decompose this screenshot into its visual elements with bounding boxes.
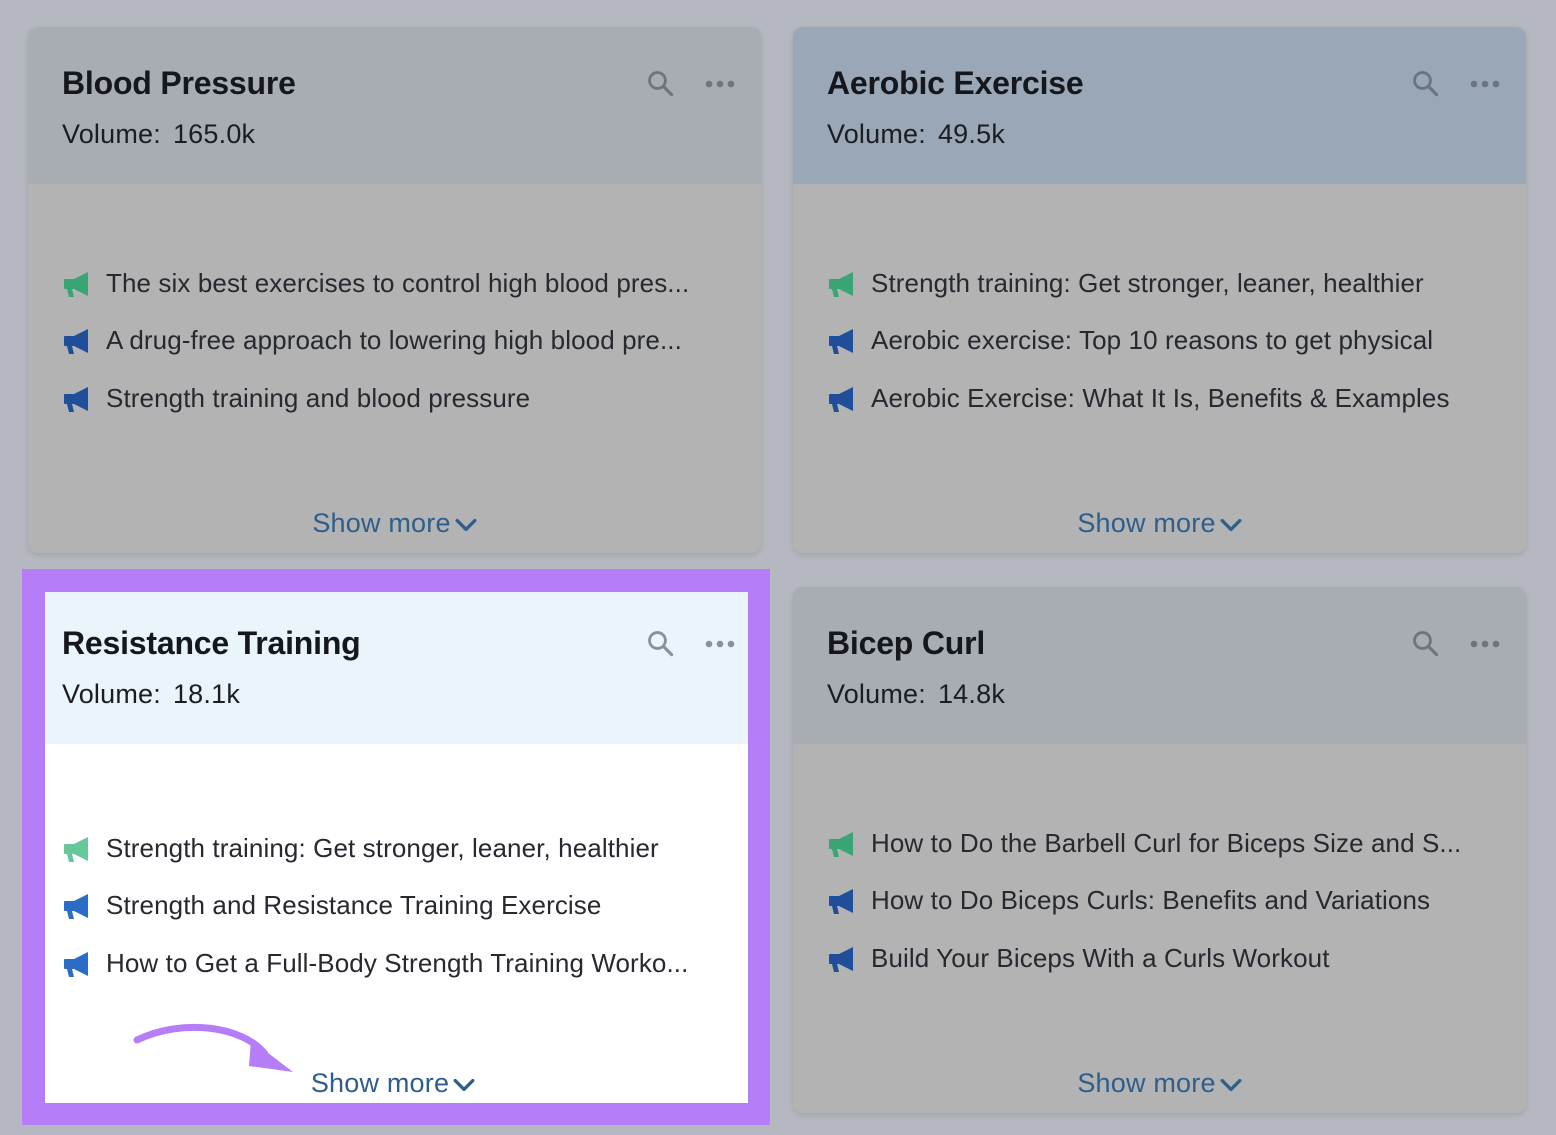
volume-value: 14.8k: [937, 679, 1006, 709]
search-icon[interactable]: [1409, 67, 1443, 101]
result-item[interactable]: How to Get a Full-Body Strength Training…: [64, 948, 688, 979]
megaphone-green-icon: [829, 270, 859, 298]
show-more-label: Show more: [1077, 1068, 1216, 1098]
megaphone-blue-icon: [64, 950, 94, 978]
result-title: How to Do Biceps Curls: Benefits and Var…: [871, 885, 1431, 915]
card-volume: Volume: 165.0k: [62, 119, 255, 150]
result-item[interactable]: The six best exercises to control high b…: [64, 268, 689, 299]
more-options-icon[interactable]: [1468, 627, 1502, 661]
show-more-button[interactable]: Show more: [28, 508, 761, 539]
volume-value: 165.0k: [172, 119, 256, 149]
result-title: How to Do the Barbell Curl for Biceps Si…: [871, 828, 1462, 858]
show-more-label: Show more: [312, 508, 451, 538]
result-title: The six best exercises to control high b…: [106, 268, 690, 298]
result-item[interactable]: Build Your Biceps With a Curls Workout: [829, 943, 1330, 974]
result-title: Aerobic exercise: Top 10 reasons to get …: [871, 325, 1434, 355]
megaphone-green-icon: [64, 270, 94, 298]
result-item[interactable]: Strength training: Get stronger, leaner,…: [829, 268, 1424, 299]
result-title: Strength training: Get stronger, leaner,…: [871, 268, 1424, 298]
megaphone-blue-icon: [829, 327, 859, 355]
result-item[interactable]: How to Do the Barbell Curl for Biceps Si…: [829, 828, 1461, 859]
card-volume: Volume: 49.5k: [827, 119, 1005, 150]
volume-value: 49.5k: [937, 119, 1006, 149]
result-item[interactable]: Strength training and blood pressure: [64, 383, 530, 414]
card-title: Bicep Curl: [827, 625, 986, 661]
card-volume: Volume: 18.1k: [62, 679, 240, 710]
megaphone-green-icon: [829, 830, 859, 858]
more-options-icon[interactable]: [703, 67, 737, 101]
chevron-down-icon: [1220, 518, 1242, 532]
cluster-card-blood-pressure: Blood Pressure Volume: 165.0k The six bes…: [28, 27, 761, 553]
megaphone-green-icon: [64, 835, 94, 863]
card-header: Bicep Curl Volume: 14.8k: [793, 587, 1526, 744]
megaphone-blue-icon: [64, 892, 94, 920]
volume-value: 18.1k: [172, 679, 241, 709]
result-title: How to Get a Full-Body Strength Training…: [106, 948, 689, 978]
card-title: Aerobic Exercise: [827, 65, 1084, 101]
cluster-card-aerobic-exercise: Aerobic Exercise Volume: 49.5k Strength t…: [793, 27, 1526, 553]
megaphone-blue-icon: [829, 945, 859, 973]
cluster-card-bicep-curl: Bicep Curl Volume: 14.8k How to Do the Ba…: [793, 587, 1526, 1113]
result-item[interactable]: Aerobic Exercise: What It Is, Benefits &…: [829, 383, 1450, 414]
more-options-icon[interactable]: [1468, 67, 1502, 101]
card-body: How to Do the Barbell Curl for Biceps Si…: [793, 744, 1526, 1113]
card-title: Blood Pressure: [62, 65, 296, 101]
chevron-down-icon: [1220, 1078, 1242, 1092]
search-icon[interactable]: [1409, 627, 1443, 661]
card-header: Resistance Training Volume: 18.1k: [45, 592, 748, 744]
result-title: Strength training: Get stronger, leaner,…: [106, 833, 659, 863]
card-header: Aerobic Exercise Volume: 49.5k: [793, 27, 1526, 184]
show-more-button[interactable]: Show more: [793, 508, 1526, 539]
volume-label: Volume:: [827, 119, 926, 149]
volume-label: Volume:: [827, 679, 926, 709]
megaphone-blue-icon: [829, 385, 859, 413]
keyword-clusters-grid: Blood Pressure Volume: 165.0k The six bes…: [0, 0, 1556, 1135]
result-title: Aerobic Exercise: What It Is, Benefits &…: [871, 383, 1450, 413]
show-more-button[interactable]: Show more: [45, 1068, 748, 1099]
megaphone-blue-icon: [64, 327, 94, 355]
result-item[interactable]: Strength training: Get stronger, leaner,…: [64, 833, 659, 864]
show-more-label: Show more: [310, 1068, 450, 1098]
show-more-label: Show more: [1077, 508, 1216, 538]
volume-label: Volume:: [62, 119, 161, 149]
search-icon[interactable]: [644, 627, 678, 661]
result-title: A drug-free approach to lowering high bl…: [106, 325, 682, 355]
more-options-icon[interactable]: [703, 627, 737, 661]
result-item[interactable]: Aerobic exercise: Top 10 reasons to get …: [829, 325, 1433, 356]
cluster-card-resistance-training: Resistance Training Volume: 18.1k Strengt…: [45, 592, 748, 1103]
result-item[interactable]: A drug-free approach to lowering high bl…: [64, 325, 682, 356]
card-volume: Volume: 14.8k: [827, 679, 1005, 710]
card-header: Blood Pressure Volume: 165.0k: [28, 27, 761, 184]
result-title: Strength and Resistance Training Exercis…: [106, 890, 602, 920]
result-title: Build Your Biceps With a Curls Workout: [871, 943, 1330, 973]
result-item[interactable]: How to Do Biceps Curls: Benefits and Var…: [829, 885, 1430, 916]
chevron-down-icon: [455, 518, 477, 532]
card-body: Strength training: Get stronger, leaner,…: [45, 744, 748, 1103]
show-more-button[interactable]: Show more: [793, 1068, 1526, 1099]
result-item[interactable]: Strength and Resistance Training Exercis…: [64, 890, 601, 921]
chevron-down-icon: [453, 1078, 475, 1092]
megaphone-blue-icon: [64, 385, 94, 413]
card-body: The six best exercises to control high b…: [28, 184, 761, 553]
volume-label: Volume:: [62, 679, 161, 709]
card-title: Resistance Training: [62, 625, 361, 661]
result-title: Strength training and blood pressure: [106, 383, 531, 413]
card-body: Strength training: Get stronger, leaner,…: [793, 184, 1526, 553]
megaphone-blue-icon: [829, 887, 859, 915]
search-icon[interactable]: [644, 67, 678, 101]
